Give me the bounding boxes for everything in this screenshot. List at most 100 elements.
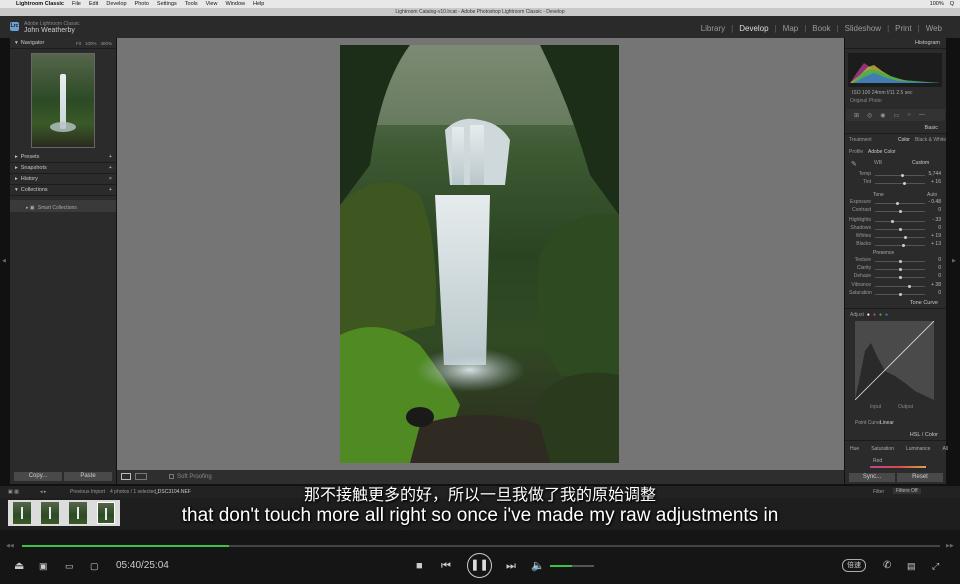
app-menu[interactable]: Lightroom Classic (16, 0, 64, 8)
curve-green-dot[interactable]: ● (879, 312, 882, 318)
slider-value[interactable]: 0 (938, 290, 941, 296)
brush-icon[interactable]: — (919, 112, 925, 118)
menu-develop[interactable]: Develop (106, 0, 126, 8)
zoom-100[interactable]: 100% (85, 38, 97, 49)
module-slideshow[interactable]: Slideshow (845, 24, 881, 33)
hsl-header[interactable]: HSL / Color (845, 430, 946, 441)
menu-file[interactable]: File (72, 0, 81, 8)
slider-value[interactable]: 0 (938, 257, 941, 263)
bag-icon[interactable]: ▤ (907, 559, 916, 573)
slider-knob[interactable] (902, 182, 906, 185)
slider-value[interactable]: + 13 (931, 241, 941, 247)
slider-value[interactable]: 0 (938, 265, 941, 271)
paste-button[interactable]: Paste (64, 472, 112, 481)
module-print[interactable]: Print (895, 24, 911, 33)
add-snapshot-icon[interactable]: + (109, 163, 116, 174)
slider-value[interactable]: + 16 (931, 179, 941, 185)
slider-track[interactable] (875, 244, 925, 247)
slider-knob[interactable] (898, 228, 902, 231)
speed-button[interactable]: 倍速 (842, 559, 866, 572)
tone-curve-graph[interactable] (854, 320, 935, 401)
slider-track[interactable] (875, 260, 925, 263)
treatment-color[interactable]: Color (898, 137, 910, 143)
pause-button[interactable]: ❚❚ (467, 553, 492, 578)
snapshots-header[interactable]: ▸ Snapshots + (10, 163, 116, 174)
menu-photo[interactable]: Photo (135, 0, 149, 8)
point-curve-dropdown[interactable]: Linear (880, 420, 894, 426)
slider-knob[interactable] (898, 260, 902, 263)
main-photo[interactable] (340, 45, 619, 463)
curve-red-dot[interactable]: ● (873, 312, 876, 318)
menu-help[interactable]: Help (253, 0, 264, 8)
wb-dropdown[interactable]: Custom (912, 160, 929, 166)
slider-track[interactable] (875, 285, 925, 288)
red-eye-icon[interactable]: ◉ (880, 112, 885, 119)
tone-curve-header[interactable]: Tone Curve (845, 298, 946, 309)
slider-value[interactable]: 0 (938, 225, 941, 231)
battery-status[interactable]: 100% (930, 0, 944, 8)
graduated-filter-icon[interactable]: ▭ (894, 112, 900, 119)
zoom-fit[interactable]: Fit (76, 38, 81, 49)
wb-eyedropper-icon[interactable]: ✎ (851, 160, 857, 168)
curve-white-dot[interactable]: ● (867, 312, 870, 318)
module-develop[interactable]: Develop (739, 24, 768, 33)
slider-track[interactable] (875, 293, 925, 296)
slider-value[interactable]: 5,744 (928, 171, 941, 177)
slider-knob[interactable] (898, 210, 902, 213)
profile-dropdown[interactable]: Adobe Color (868, 149, 896, 155)
slider-track[interactable] (875, 236, 925, 239)
soft-proofing-checkbox[interactable] (169, 474, 174, 479)
slider-value[interactable]: + 38 (931, 282, 941, 288)
phone-icon[interactable]: ✆ (883, 559, 891, 573)
tab-all[interactable]: All (942, 446, 948, 452)
treatment-bw[interactable]: Black & White (915, 137, 946, 143)
loupe-view-icon[interactable] (121, 473, 131, 480)
slider-knob[interactable] (898, 293, 902, 296)
fullscreen-icon[interactable]: ⤢ (932, 559, 939, 573)
module-web[interactable]: Web (926, 24, 942, 33)
slider-knob[interactable] (898, 268, 902, 271)
radial-filter-icon[interactable]: ○ (907, 112, 911, 118)
right-panel-toggle-icon[interactable]: ▶ (952, 258, 956, 264)
collections-header[interactable]: ▾ Collections + (10, 185, 116, 196)
spotlight-icon[interactable]: Q (950, 0, 954, 8)
eject-icon[interactable]: ⏏ (14, 559, 24, 573)
original-photo-checkbox[interactable]: Original Photo (850, 98, 882, 104)
menu-view[interactable]: View (206, 0, 218, 8)
slider-knob[interactable] (891, 220, 894, 223)
auto-button[interactable]: Auto (927, 192, 937, 198)
before-after-icon[interactable] (135, 473, 147, 480)
spot-removal-icon[interactable]: ◎ (867, 112, 872, 119)
volume-icon[interactable]: 🔈 (531, 559, 545, 573)
module-library[interactable]: Library (701, 24, 725, 33)
caption-icon[interactable]: ▭ (65, 559, 74, 573)
slider-knob[interactable] (901, 174, 904, 177)
crop-icon[interactable]: ⊞ (854, 112, 859, 119)
slider-track[interactable] (875, 276, 925, 279)
seek-back-icon[interactable]: ◀◀ (6, 543, 14, 549)
curve-blue-dot[interactable]: ● (885, 312, 888, 318)
seek-forward-icon[interactable]: ▶▶ (946, 543, 954, 549)
slider-value[interactable]: - 33 (932, 217, 941, 223)
navigator-header[interactable]: ▾ Navigator Fit 100% 400% (10, 38, 116, 49)
slider-knob[interactable] (903, 236, 907, 239)
stop-icon[interactable]: ■ (416, 559, 423, 573)
histogram-header[interactable]: Histogram (845, 38, 946, 49)
slider-knob[interactable] (898, 276, 902, 279)
previous-icon[interactable]: ⏮ (441, 559, 451, 573)
slider-track[interactable] (875, 220, 925, 223)
slider-value[interactable]: 0 (938, 207, 941, 213)
menu-settings[interactable]: Settings (157, 0, 177, 8)
menu-window[interactable]: Window (225, 0, 245, 8)
tab-luminance[interactable]: Luminance (906, 446, 930, 452)
navigator-preview[interactable] (31, 53, 95, 148)
module-book[interactable]: Book (812, 24, 830, 33)
chapter-icon[interactable]: ▣ (39, 559, 48, 573)
slider-track[interactable] (875, 210, 925, 213)
slider-value[interactable]: 0 (938, 273, 941, 279)
slider-track[interactable] (875, 174, 925, 177)
clear-history-icon[interactable]: × (109, 174, 116, 185)
copy-button[interactable]: Copy... (14, 472, 62, 481)
history-header[interactable]: ▸ History × (10, 174, 116, 185)
slider-value[interactable]: - 0.48 (928, 199, 941, 205)
